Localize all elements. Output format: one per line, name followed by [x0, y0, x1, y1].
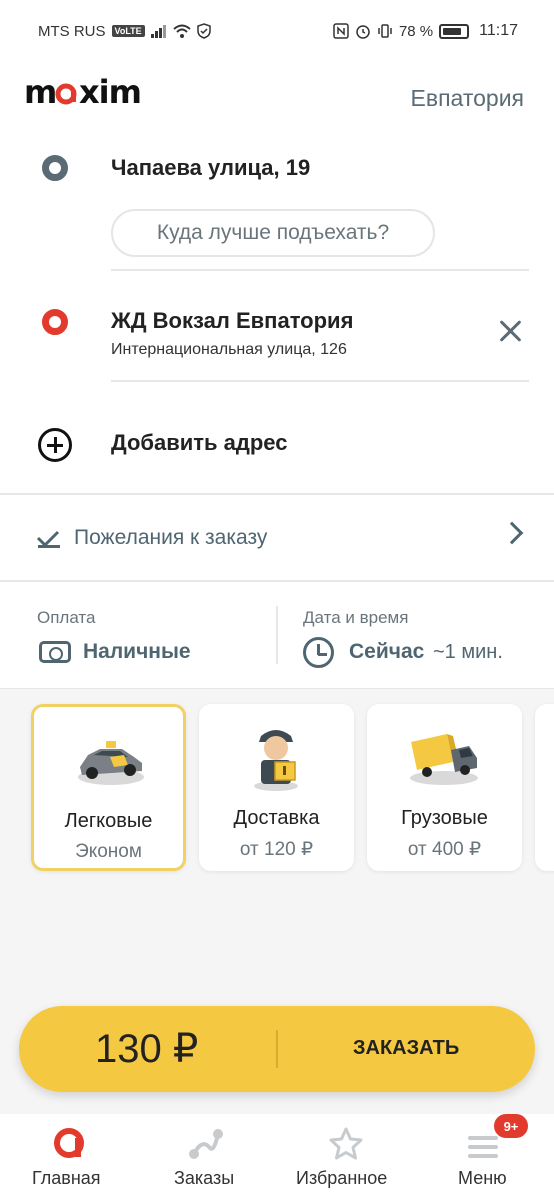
bottom-navigation: Главная Заказы Избранное Меню	[0, 1114, 554, 1200]
origin-dot-icon	[42, 155, 68, 181]
car-icon	[78, 741, 144, 785]
payment-label: Оплата	[37, 608, 96, 627]
nav-item-orders[interactable]: Заказы	[138, 1114, 276, 1200]
payment-method-button[interactable]: Наличные	[83, 640, 191, 664]
nav-item-favorites[interactable]: Избранное	[276, 1114, 416, 1200]
vibrate-icon	[378, 24, 392, 38]
vertical-divider	[276, 606, 278, 664]
add-address-button[interactable]: Добавить адрес	[111, 430, 287, 456]
volte-badge: VoLTE	[111, 25, 145, 37]
divider	[0, 580, 554, 582]
destination-dot-icon	[42, 309, 68, 335]
status-right: 78 % 11:17	[333, 22, 518, 40]
tariff-subtitle: от 120 ₽	[239, 839, 314, 860]
maxim-logo: m xim maxim	[24, 73, 150, 120]
orders-icon	[189, 1129, 223, 1159]
tariff-card-next[interactable]	[535, 704, 554, 871]
chevron-right-icon	[500, 521, 524, 545]
clear-destination-close-icon[interactable]	[496, 316, 526, 346]
status-left: MTS RUS VoLTE	[38, 23, 211, 40]
destination-subtitle: Интернациональная улица, 126	[111, 341, 347, 358]
nav-label: Избранное	[296, 1168, 388, 1188]
wifi-icon	[173, 24, 191, 38]
logo-wordmark: m xim	[24, 73, 142, 111]
order-button-label: ЗАКАЗАТЬ	[353, 1037, 460, 1059]
app-header: m xim maxim Евпатория	[0, 70, 554, 126]
nav-label: Заказы	[174, 1168, 235, 1188]
eta-text: ~1 мин.	[433, 641, 503, 663]
signal-icon	[150, 25, 166, 38]
check-ticket-icon	[36, 530, 60, 548]
order-wishes-label: Пожелания к заказу	[74, 526, 268, 549]
add-circle-icon[interactable]	[38, 428, 72, 462]
clock-time: 11:17	[479, 22, 518, 39]
divider	[111, 380, 529, 382]
battery-percent: 78 %	[398, 22, 434, 40]
menu-notification-badge: 9+	[494, 1114, 528, 1138]
courier-icon	[254, 730, 298, 791]
alarm-icon	[356, 25, 370, 39]
status-bar: MTS RUS VoLTE 78 % 11:17	[0, 0, 554, 62]
battery-icon	[439, 23, 470, 39]
order-button[interactable]: 130 ₽ ЗАКАЗАТЬ	[19, 1006, 535, 1092]
tariff-card-delivery[interactable]: Доставка от 120 ₽	[199, 704, 354, 871]
tariff-card-cargo[interactable]: Грузовые от 400 ₽	[367, 704, 522, 871]
pickup-hint-button[interactable]: Куда лучше подъехать?	[111, 209, 435, 257]
datetime-label: Дата и время	[303, 608, 409, 627]
nav-label: Меню	[458, 1168, 507, 1188]
shield-icon	[196, 23, 211, 39]
divider	[111, 269, 529, 271]
tariff-title: Грузовые	[401, 807, 488, 829]
cash-icon	[39, 641, 71, 663]
tariff-subtitle: Эконом	[75, 841, 142, 862]
nav-label: Главная	[32, 1168, 101, 1188]
nav-item-home[interactable]: Главная	[0, 1114, 138, 1200]
svg-text:m: m	[24, 77, 56, 111]
home-icon	[54, 1128, 84, 1158]
tariff-title: Доставка	[233, 807, 320, 829]
tariff-subtitle: от 400 ₽	[407, 839, 482, 860]
datetime-button[interactable]: Сейчас	[349, 640, 424, 664]
nfc-icon	[333, 23, 349, 39]
tariff-title: Легковые	[64, 810, 153, 832]
nav-item-menu[interactable]: Меню	[416, 1114, 554, 1200]
truck-icon	[410, 734, 478, 785]
tariff-card-cars[interactable]: Легковые Эконом	[31, 704, 186, 871]
carrier-text: MTS RUS	[38, 22, 106, 40]
city-selector[interactable]: Евпатория	[411, 85, 524, 112]
order-wishes-row[interactable]: Пожелания к заказу	[0, 495, 554, 581]
svg-text:xim: xim	[79, 77, 141, 111]
origin-address[interactable]: Чапаева улица, 19	[111, 155, 310, 181]
destination-address[interactable]: ЖД Вокзал Евпатория	[111, 308, 353, 334]
button-divider	[276, 1030, 278, 1068]
clock-icon	[303, 637, 334, 668]
order-price: 130 ₽	[95, 1027, 199, 1071]
star-icon	[329, 1127, 363, 1160]
